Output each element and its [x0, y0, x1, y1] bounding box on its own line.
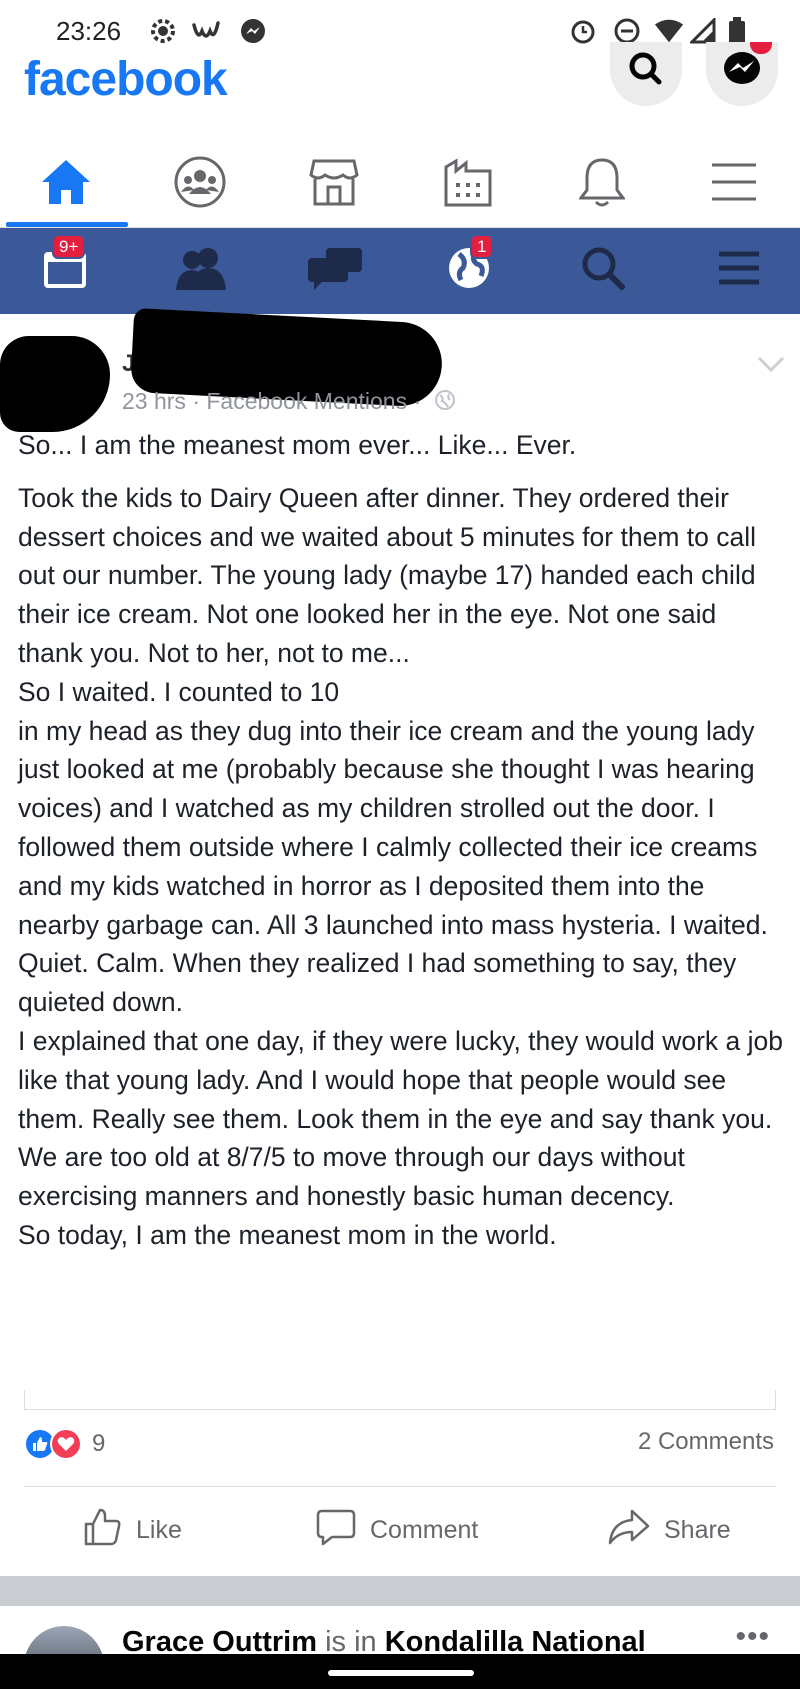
legacy-menu-button[interactable]: [704, 240, 774, 300]
system-nav-bar: [0, 1654, 800, 1689]
alarm-icon: [568, 16, 598, 46]
share-arrow-icon: [608, 1508, 650, 1553]
friends-button[interactable]: [166, 240, 236, 300]
settings-icon: [148, 16, 178, 46]
tab-menu[interactable]: [674, 140, 794, 228]
actions-divider: [24, 1486, 776, 1487]
post-actions: Like Comment Share: [0, 1494, 800, 1566]
tab-marketplace[interactable]: [274, 140, 394, 228]
messenger-unread-dot: [750, 42, 772, 54]
messenger-icon: [721, 51, 763, 97]
tab-groups[interactable]: [140, 140, 260, 228]
next-post-place[interactable]: Kondalilla National: [385, 1626, 646, 1656]
messenger-notif-icon: [238, 16, 268, 46]
legacy-nav-bar: 9+ 1: [0, 228, 800, 314]
top-tab-bar: [0, 140, 800, 228]
reactions-summary[interactable]: 9: [24, 1424, 105, 1464]
post-paragraph-story: Took the kids to Dairy Queen after dinne…: [18, 482, 783, 1250]
search-icon: [626, 52, 666, 97]
hamburger-icon: [717, 250, 761, 291]
like-button[interactable]: Like: [82, 1494, 182, 1566]
post-meta: 23 hrs · Facebook Mentions ·: [122, 388, 456, 417]
redacted-avatar: [0, 336, 110, 432]
reaction-count: 9: [92, 1430, 106, 1457]
comment-button[interactable]: Comment: [316, 1494, 478, 1566]
share-button[interactable]: Share: [608, 1494, 731, 1566]
search-button[interactable]: [610, 42, 682, 106]
marketplace-icon: [308, 157, 360, 212]
notifications-badge: 1: [470, 234, 494, 259]
next-post-connector: is in: [325, 1626, 377, 1656]
home-icon: [40, 158, 92, 211]
thumbs-up-icon: [82, 1507, 122, 1554]
messenger-button[interactable]: [706, 42, 778, 106]
next-post-header: Grace Outtrim is in Kondalilla National: [122, 1626, 646, 1656]
post-paragraph-intro: So... I am the meanest mom ever... Like.…: [18, 430, 577, 460]
notifications-globe-button[interactable]: 1: [434, 234, 504, 300]
more-options-icon[interactable]: •••: [735, 1620, 770, 1654]
friend-requests-badge: 9+: [52, 234, 86, 259]
w-app-icon: [192, 16, 222, 46]
active-tab-indicator: [6, 222, 128, 227]
next-post-author[interactable]: Grace Outtrim: [122, 1626, 317, 1656]
friends-icon: [172, 246, 230, 295]
love-reaction-icon: [50, 1428, 82, 1460]
post-options-chevron-icon[interactable]: [756, 354, 786, 379]
public-globe-icon: [434, 389, 456, 417]
groups-icon: [174, 156, 226, 213]
post-embed-frame: [24, 1390, 776, 1410]
hamburger-icon: [710, 162, 758, 207]
post-text: So... I am the meanest mom ever... Like.…: [18, 426, 788, 1255]
status-time: 23:26: [56, 16, 122, 46]
comment-icon: [316, 1508, 356, 1553]
chat-icon: [306, 246, 364, 295]
tab-notifications[interactable]: [542, 140, 662, 228]
comments-count-link[interactable]: 2 Comments: [638, 1428, 774, 1456]
share-label: Share: [664, 1515, 731, 1544]
facebook-logo[interactable]: facebook: [24, 52, 228, 107]
search-icon: [580, 245, 626, 296]
like-label: Like: [136, 1515, 182, 1544]
events-button[interactable]: 9+: [30, 234, 100, 300]
comment-label: Comment: [370, 1515, 479, 1544]
messages-button[interactable]: [300, 240, 370, 300]
tab-pages[interactable]: [408, 140, 528, 228]
home-gesture-pill[interactable]: [328, 1670, 474, 1676]
next-post-card: Grace Outtrim is in Kondalilla National …: [0, 1606, 800, 1656]
bell-icon: [578, 156, 626, 213]
pages-icon: [442, 157, 494, 212]
tab-home[interactable]: [6, 140, 126, 228]
next-post-avatar[interactable]: [24, 1626, 104, 1656]
post-card: J 23 hrs · Facebook Mentions · So... I a…: [0, 307, 800, 1574]
feed-separator: [0, 1576, 800, 1606]
post-timestamp: 23 hrs · Facebook Mentions ·: [122, 388, 422, 414]
legacy-search-button[interactable]: [568, 240, 638, 300]
